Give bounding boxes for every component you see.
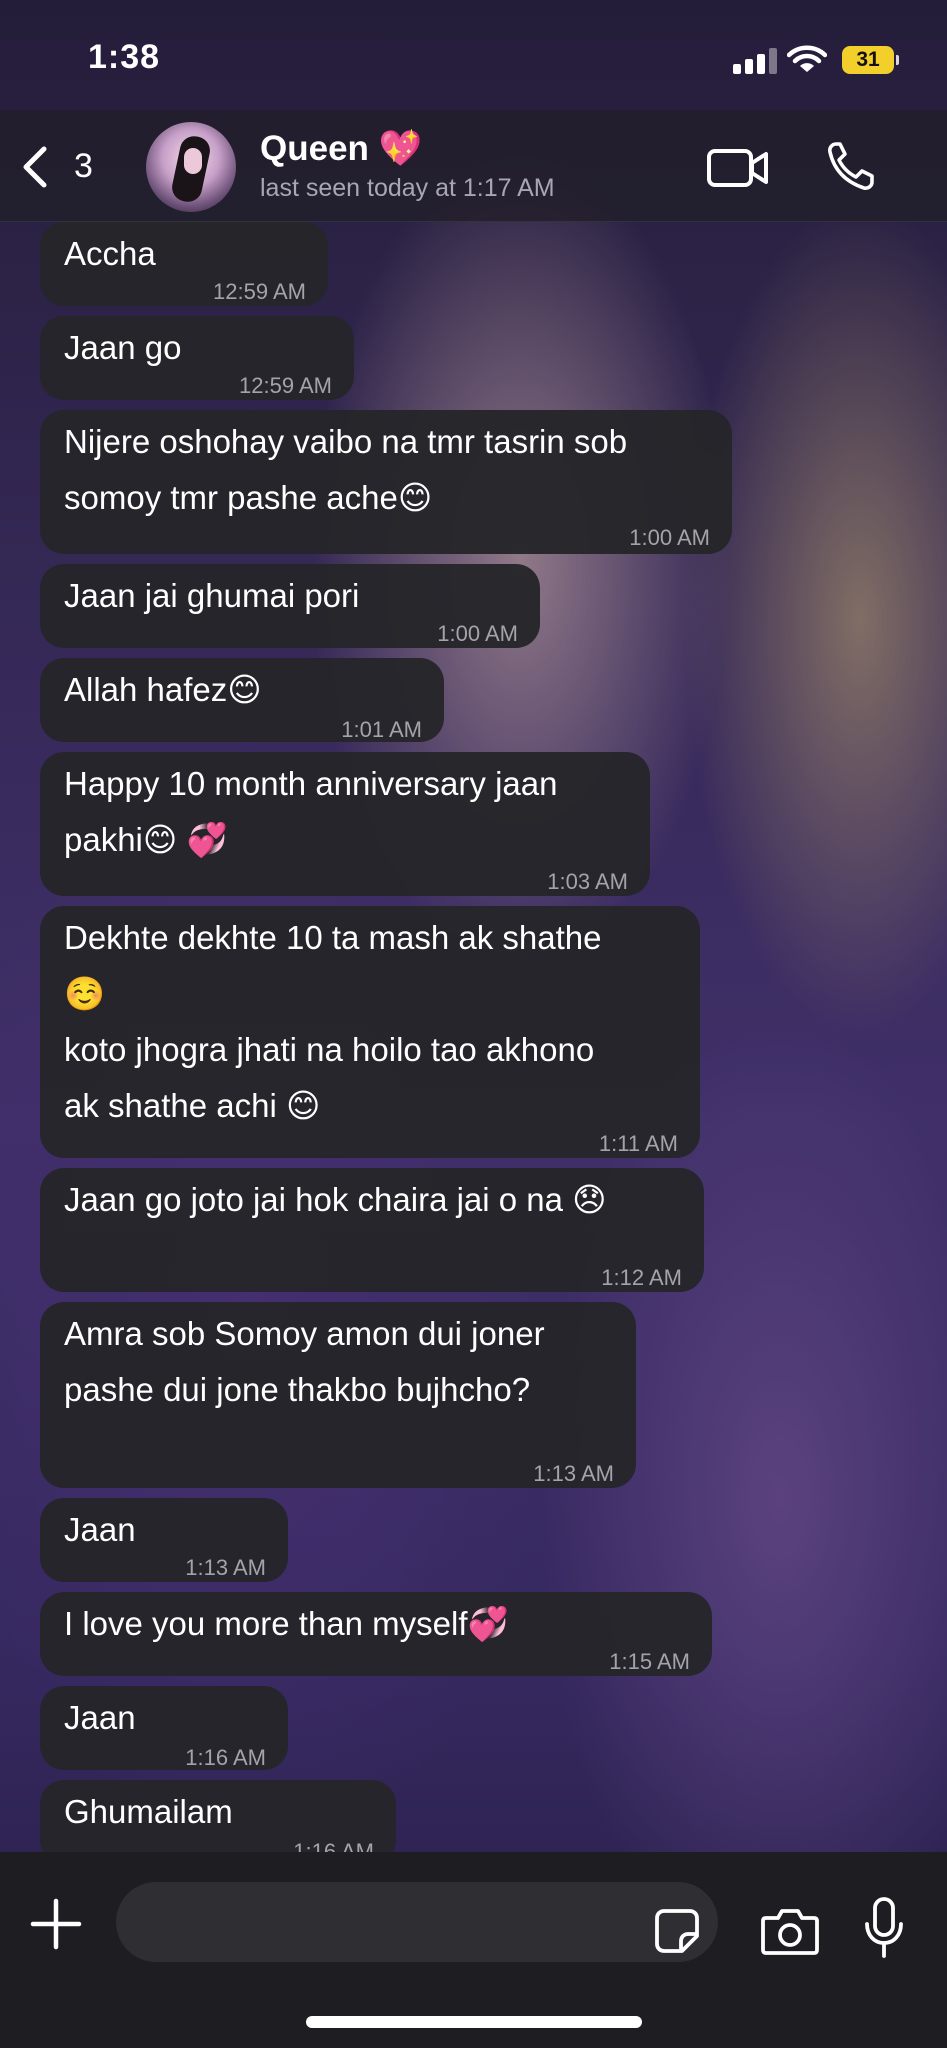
message-bubble[interactable]: Amra sob Somoy amon dui joner pashe dui …: [40, 1302, 636, 1488]
message-time: 1:15 AM: [609, 1649, 690, 1674]
message-text: Happy 10 month anniversary jaan pakhi😊 💞: [64, 765, 558, 858]
message-bubble[interactable]: Jaan jai ghumai pori 1:00 AM: [40, 564, 540, 648]
battery-indicator: 31: [842, 46, 899, 74]
message-text: Jaan jai ghumai pori: [64, 577, 360, 614]
message-list[interactable]: Accha 12:59 AM Jaan go 12:59 AM Nijere o…: [0, 222, 947, 1852]
message-text: Allah hafez😊: [64, 671, 262, 708]
unread-count: 3: [74, 147, 93, 185]
chat-header: 3 Queen 💖 last seen today at 1:17 AM: [0, 110, 947, 222]
message-bubble[interactable]: Jaan go 12:59 AM: [40, 316, 354, 400]
message-text: Ghumailam: [64, 1793, 233, 1830]
message-time: 1:00 AM: [437, 621, 518, 646]
message-text: Nijere oshohay vaibo na tmr tasrin sob s…: [64, 423, 628, 516]
message-time: 1:13 AM: [185, 1555, 266, 1580]
status-bar: 1:38 31: [0, 0, 947, 110]
camera-button[interactable]: [760, 1906, 820, 1956]
message-bubble[interactable]: I love you more than myself💞 1:15 AM: [40, 1592, 712, 1676]
message-time: 1:11 AM: [598, 1131, 678, 1156]
message-text: Jaan go: [64, 329, 182, 366]
message-bubble[interactable]: Jaan 1:16 AM: [40, 1686, 288, 1770]
chevron-left-icon: [23, 146, 47, 188]
message-time: 1:01 AM: [341, 717, 422, 742]
message-bubble[interactable]: Dekhte dekhte 10 ta mash ak shathe ☺️ ko…: [40, 906, 700, 1158]
message-time: 1:00 AM: [629, 525, 710, 550]
attach-button[interactable]: [30, 1898, 82, 1950]
message-time: 1:16 AM: [185, 1745, 266, 1770]
message-text: Amra sob Somoy amon dui joner pashe dui …: [64, 1315, 545, 1408]
sticker-button[interactable]: [654, 1908, 700, 1954]
message-bubble[interactable]: Happy 10 month anniversary jaan pakhi😊 💞…: [40, 752, 650, 896]
message-bubble[interactable]: Jaan go joto jai hok chaira jai o na 😞 1…: [40, 1168, 704, 1292]
avatar[interactable]: [146, 122, 236, 212]
chat-screen: 1:38 31 3 Queen 💖 last seen today at 1:1…: [0, 0, 947, 2048]
message-time: 1:03 AM: [547, 869, 628, 894]
phone-call-button[interactable]: [826, 140, 876, 192]
video-call-button[interactable]: [706, 146, 770, 190]
message-text: Jaan: [64, 1511, 136, 1548]
message-time: 1:16 AM: [293, 1839, 374, 1852]
message-bubble[interactable]: Accha 12:59 AM: [40, 222, 328, 306]
microphone-button[interactable]: [862, 1896, 906, 1960]
message-time: 1:13 AM: [533, 1461, 614, 1486]
back-button[interactable]: 3: [18, 142, 98, 190]
message-bubble[interactable]: Allah hafez😊 1:01 AM: [40, 658, 444, 742]
message-composer: [0, 1852, 947, 2048]
message-time: 12:59 AM: [239, 373, 332, 398]
last-seen-status: last seen today at 1:17 AM: [260, 174, 555, 202]
contact-name[interactable]: Queen 💖: [260, 128, 422, 169]
message-time: 1:12 AM: [601, 1265, 682, 1290]
signal-icon: [733, 48, 777, 74]
message-text: Accha: [64, 235, 156, 272]
message-bubble[interactable]: Nijere oshohay vaibo na tmr tasrin sob s…: [40, 410, 732, 554]
message-bubble[interactable]: Ghumailam 1:16 AM: [40, 1780, 396, 1852]
message-bubble[interactable]: Jaan 1:13 AM: [40, 1498, 288, 1582]
message-time: 12:59 AM: [213, 279, 306, 304]
message-text: I love you more than myself💞: [64, 1605, 509, 1642]
wifi-icon: [787, 45, 827, 72]
home-indicator[interactable]: [306, 2016, 642, 2028]
message-text: Jaan go joto jai hok chaira jai o na 😞: [64, 1181, 607, 1218]
message-text: Jaan: [64, 1699, 136, 1736]
message-input[interactable]: [116, 1882, 718, 1962]
message-text: Dekhte dekhte 10 ta mash ak shathe ☺️ ko…: [64, 919, 602, 1124]
status-time: 1:38: [88, 38, 161, 76]
